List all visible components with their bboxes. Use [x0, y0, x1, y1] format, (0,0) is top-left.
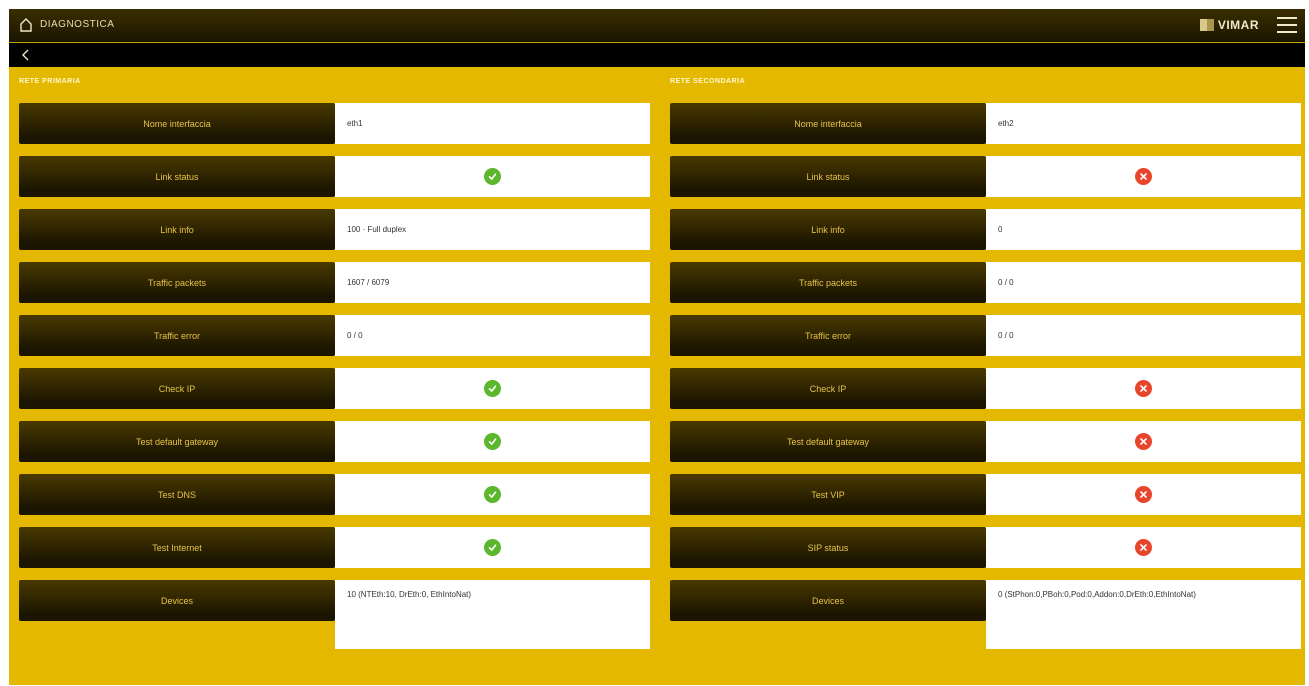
status-cell	[335, 527, 650, 568]
diagnostic-label: Traffic packets	[19, 262, 335, 303]
diagnostic-label: Link status	[670, 156, 986, 197]
value-cell: 0 / 0	[986, 315, 1301, 356]
value-cell: 0 / 0	[335, 315, 650, 356]
diagnostic-label: Devices	[670, 580, 986, 621]
status-cell	[986, 368, 1301, 409]
value-cell: 0 / 0	[986, 262, 1301, 303]
status-cell	[986, 421, 1301, 462]
check-circle-icon	[484, 539, 501, 556]
section-title-secondary: RETE SECONDARIA	[670, 78, 746, 85]
diagnostic-label: Test DNS	[19, 474, 335, 515]
value-cell: 100 · Full duplex	[335, 209, 650, 250]
diagnostic-label: Link info	[670, 209, 986, 250]
diagnostics-screen: DIAGNOSTICA VIMAR RETE PRIMARIA RETE SEC…	[9, 9, 1305, 685]
value-cell: 1607 / 6079	[335, 262, 650, 303]
status-cell	[335, 421, 650, 462]
value-cell: 0	[986, 209, 1301, 250]
page-title: DIAGNOSTICA	[40, 19, 115, 30]
diagnostic-label: Test Internet	[19, 527, 335, 568]
status-cell	[335, 156, 650, 197]
status-cell	[335, 474, 650, 515]
value-cell: 10 (NTEth:10, DrEth:0, EthIntoNat)	[335, 580, 650, 649]
diagnostic-label: Test default gateway	[670, 421, 986, 462]
status-cell	[335, 368, 650, 409]
error-circle-icon	[1135, 168, 1152, 185]
hamburger-menu-icon[interactable]	[1277, 17, 1297, 33]
diagnostic-label: Traffic error	[19, 315, 335, 356]
diagnostic-label: SIP status	[670, 527, 986, 568]
diagnostic-label: Traffic packets	[670, 262, 986, 303]
home-icon[interactable]	[19, 17, 33, 33]
diagnostic-label: Check IP	[670, 368, 986, 409]
diagnostic-label: Nome interfaccia	[19, 103, 335, 144]
value-cell: eth2	[986, 103, 1301, 144]
chevron-left-icon[interactable]	[19, 47, 33, 63]
navigation-bar	[9, 43, 1305, 67]
status-cell	[986, 527, 1301, 568]
diagnostic-label: Test VIP	[670, 474, 986, 515]
diagnostic-label: Nome interfaccia	[670, 103, 986, 144]
brand-logo: VIMAR	[1199, 18, 1259, 32]
top-bar: DIAGNOSTICA VIMAR	[9, 9, 1305, 43]
check-circle-icon	[484, 380, 501, 397]
value-cell: eth1	[335, 103, 650, 144]
error-circle-icon	[1135, 539, 1152, 556]
brand-name: VIMAR	[1217, 18, 1259, 32]
error-circle-icon	[1135, 433, 1152, 450]
diagnostic-label: Devices	[19, 580, 335, 621]
vimar-logo-icon	[1199, 19, 1214, 31]
section-title-primary: RETE PRIMARIA	[19, 78, 81, 85]
check-circle-icon	[484, 486, 501, 503]
diagnostic-label: Check IP	[19, 368, 335, 409]
check-circle-icon	[484, 433, 501, 450]
diagnostic-label: Traffic error	[670, 315, 986, 356]
error-circle-icon	[1135, 486, 1152, 503]
diagnostic-label: Link status	[19, 156, 335, 197]
check-circle-icon	[484, 168, 501, 185]
error-circle-icon	[1135, 380, 1152, 397]
value-cell: 0 (StPhon:0,PBoh:0,Pod:0,Addon:0,DrEth:0…	[986, 580, 1301, 649]
status-cell	[986, 474, 1301, 515]
diagnostic-label: Test default gateway	[19, 421, 335, 462]
diagnostic-label: Link info	[19, 209, 335, 250]
status-cell	[986, 156, 1301, 197]
